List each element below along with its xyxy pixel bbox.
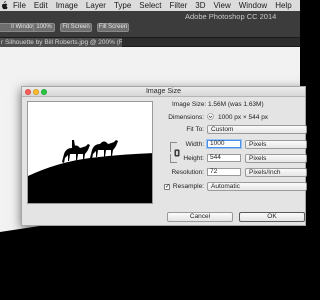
resolution-unit-select[interactable]: Pixels/Inch: [245, 168, 307, 177]
close-window-icon[interactable]: [25, 89, 31, 95]
image-size-label: Image Size:: [172, 101, 207, 108]
zoom-window-icon[interactable]: [41, 89, 47, 95]
width-unit-select[interactable]: Pixels: [245, 140, 307, 149]
camel-silhouette-image: [28, 102, 152, 203]
height-label: Height:: [183, 155, 204, 162]
width-input[interactable]: 1000: [207, 140, 241, 148]
height-unit-select[interactable]: Pixels: [245, 154, 307, 163]
dimensions-value: 1000 px × 544 px: [218, 114, 269, 121]
width-label: Width:: [185, 141, 204, 148]
minimize-window-icon[interactable]: [33, 89, 39, 95]
image-size-dialog: Image Size Image Size: 1.56M (was 1.63M)…: [21, 86, 307, 226]
cancel-button[interactable]: Cancel: [167, 212, 233, 222]
ok-button[interactable]: OK: [239, 212, 305, 222]
dimensions-label: Dimensions:: [168, 114, 204, 121]
resample-select[interactable]: Automatic: [207, 182, 307, 191]
fit-to-label: Fit To:: [186, 126, 204, 133]
resample-checkbox[interactable]: ✓: [164, 184, 170, 190]
height-input[interactable]: 544: [207, 154, 241, 162]
image-preview[interactable]: [27, 101, 153, 204]
dimensions-chevron-icon[interactable]: [207, 113, 214, 120]
resolution-label: Resolution:: [171, 169, 204, 176]
dialog-title: Image Size: [22, 87, 305, 97]
resolution-input[interactable]: 72: [207, 168, 241, 176]
image-size-value: 1.56M (was 1.63M): [208, 101, 264, 108]
fit-to-select[interactable]: Custom: [207, 125, 307, 134]
resample-label: Resample:: [172, 183, 204, 190]
